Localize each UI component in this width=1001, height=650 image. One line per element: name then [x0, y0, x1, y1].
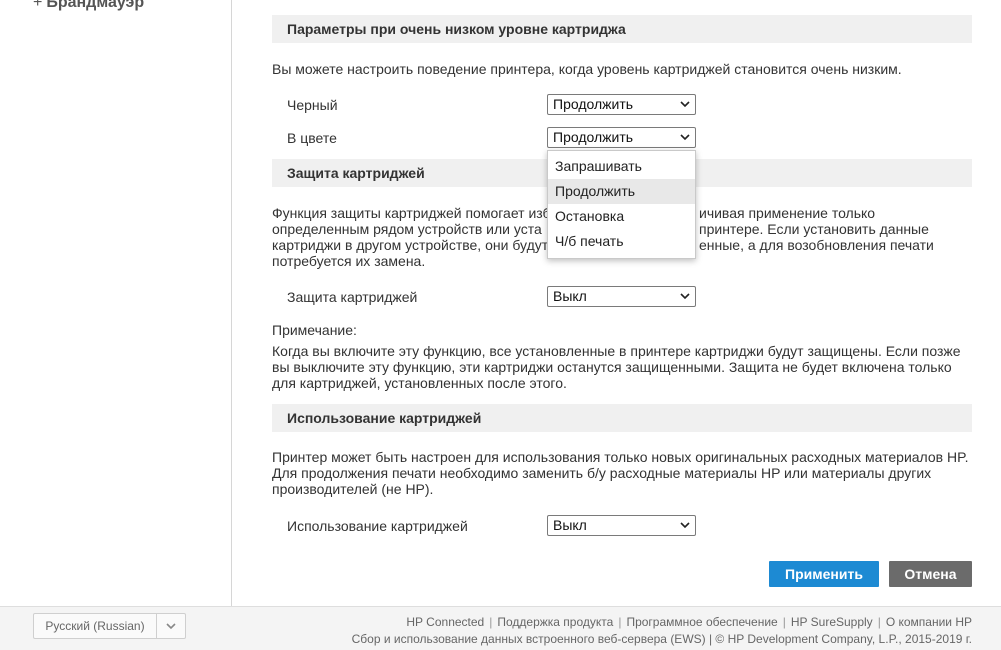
dropdown-option-ask[interactable]: Запрашивать [548, 154, 695, 179]
apply-button[interactable]: Применить [769, 561, 879, 587]
protection-line: картриджи в другом устройстве, они будут [272, 237, 549, 253]
footer-link-product-support[interactable]: Поддержка продукта [497, 615, 613, 629]
protection-line: потребуется их замена. [272, 253, 426, 269]
protection-select[interactable]: Выкл [547, 286, 696, 307]
black-select-value: Продолжить [553, 96, 634, 112]
usage-line: производителей (не HP). [272, 481, 434, 497]
note-line: вы выключите эту функцию, эти картриджи … [272, 359, 952, 375]
protection-description-right: ичивая применение только принтере. Если … [696, 205, 966, 253]
protection-description-left: Функция защиты картриджей помогает изб о… [272, 205, 562, 269]
dropdown-option-stop[interactable]: Остановка [548, 204, 695, 229]
cancel-button[interactable]: Отмена [889, 561, 972, 587]
chevron-down-icon [680, 101, 690, 108]
chevron-down-icon [680, 293, 690, 300]
protection-line: енные, а для возобновления печати [699, 237, 934, 253]
protection-line: определенным рядом устройств или уста [272, 221, 542, 237]
chevron-down-icon[interactable] [165, 620, 177, 632]
black-select[interactable]: Продолжить [547, 94, 696, 115]
low-cartridge-description: Вы можете настроить поведение принтера, … [272, 61, 902, 77]
dropdown-option-continue[interactable]: Продолжить [548, 179, 695, 204]
usage-label: Использование картриджей [287, 518, 468, 534]
footer: Русский (Russian) HP Connected | Поддержка… [0, 606, 1001, 650]
footer-copyright[interactable]: Сбор и использование данных встроенного … [352, 632, 972, 646]
footer-separator: | [489, 615, 493, 629]
note-line: для картриджей, установленных после этог… [272, 375, 567, 391]
usage-select-value: Выкл [553, 517, 587, 533]
usage-select[interactable]: Выкл [547, 515, 696, 536]
chevron-down-icon [680, 522, 690, 529]
footer-link-software[interactable]: Программное обеспечение [626, 615, 777, 629]
footer-separator: | [877, 615, 881, 629]
footer-link-about-hp[interactable]: О компании HP [886, 615, 972, 629]
dropdown-option-bw-print[interactable]: Ч/б печать [548, 229, 695, 254]
protection-select-value: Выкл [553, 288, 587, 304]
protection-line: ичивая применение только [699, 205, 876, 221]
expand-plus-icon: + [33, 0, 43, 11]
note-text: Когда вы включите эту функцию, все устан… [272, 343, 977, 391]
footer-link-suresupply[interactable]: HP SureSupply [791, 615, 873, 629]
footer-links: HP Connected | Поддержка продукта | Программ… [406, 615, 972, 629]
black-label: Черный [287, 97, 338, 113]
color-label: В цвете [287, 130, 337, 146]
language-select[interactable]: Русский (Russian) [33, 613, 186, 639]
color-select-value: Продолжить [553, 129, 634, 145]
section-header-low-cartridge: Параметры при очень низком уровне картри… [272, 15, 972, 43]
language-select-value: Русский (Russian) [34, 614, 157, 638]
color-select[interactable]: Продолжить [547, 127, 696, 148]
note-line: Когда вы включите эту функцию, все устан… [272, 343, 961, 359]
footer-separator: | [618, 615, 622, 629]
footer-separator: | [782, 615, 786, 629]
protection-line: принтере. Если установить данные [699, 221, 929, 237]
main-content: Параметры при очень низком уровне картри… [233, 0, 1001, 606]
sidebar: + Брандмауэр [0, 0, 232, 606]
color-select-dropdown: Запрашивать Продолжить Остановка Ч/б печ… [547, 150, 696, 259]
usage-line: Принтер может быть настроен для использо… [272, 449, 969, 465]
protection-label: Защита картриджей [287, 289, 418, 305]
section-header-usage: Использование картриджей [272, 404, 972, 432]
note-title: Примечание: [272, 322, 357, 338]
footer-link-hp-connected[interactable]: HP Connected [406, 615, 484, 629]
protection-line: Функция защиты картриджей помогает изб [272, 205, 551, 221]
usage-line: Для продолжения печати необходимо замени… [272, 465, 932, 481]
sidebar-item-label: Брандмауэр [46, 0, 145, 11]
usage-description: Принтер может быть настроен для использо… [272, 449, 977, 497]
sidebar-item-firewall[interactable]: + Брандмауэр [33, 0, 144, 12]
chevron-down-icon [680, 134, 690, 141]
